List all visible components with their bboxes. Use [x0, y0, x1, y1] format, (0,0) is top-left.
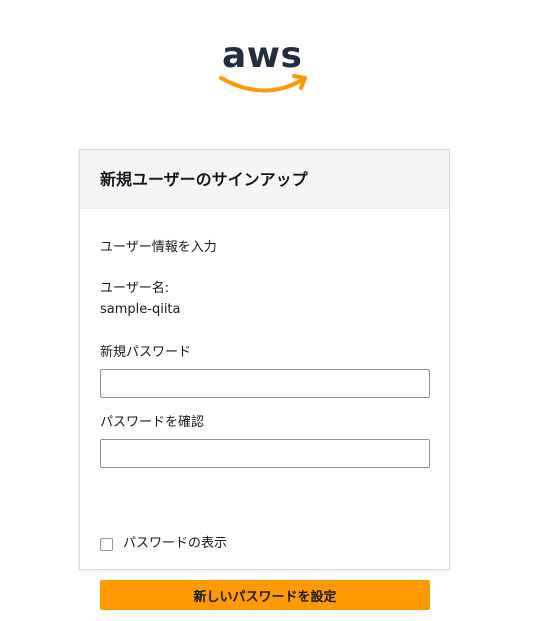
confirm-password-label: パスワードを確認 [100, 415, 205, 430]
new-password-input[interactable] [100, 369, 430, 398]
show-password-label: パスワードの表示 [123, 536, 228, 551]
intro-text: ユーザー情報を入力 [100, 240, 217, 255]
signup-card: 新規ユーザーのサインアップ ユーザー情報を入力 ユーザー名: sample-qi… [79, 149, 450, 610]
confirm-password-input[interactable] [100, 439, 430, 468]
aws-logo: aws [0, 34, 537, 100]
page-title: 新規ユーザーのサインアップ [100, 170, 308, 189]
show-password-checkbox[interactable] [100, 537, 113, 551]
aws-smile-icon [219, 74, 307, 93]
aws-logo-text: aws [222, 35, 303, 76]
new-password-label: 新規パスワード [100, 345, 192, 360]
username-label: ユーザー名: [100, 281, 170, 296]
card-header: 新規ユーザーのサインアップ [80, 150, 449, 209]
show-password-row[interactable]: パスワードの表示 [100, 536, 227, 552]
username-value: sample-qiita [100, 302, 181, 317]
set-password-button[interactable]: 新しいパスワードを設定 [100, 580, 430, 610]
